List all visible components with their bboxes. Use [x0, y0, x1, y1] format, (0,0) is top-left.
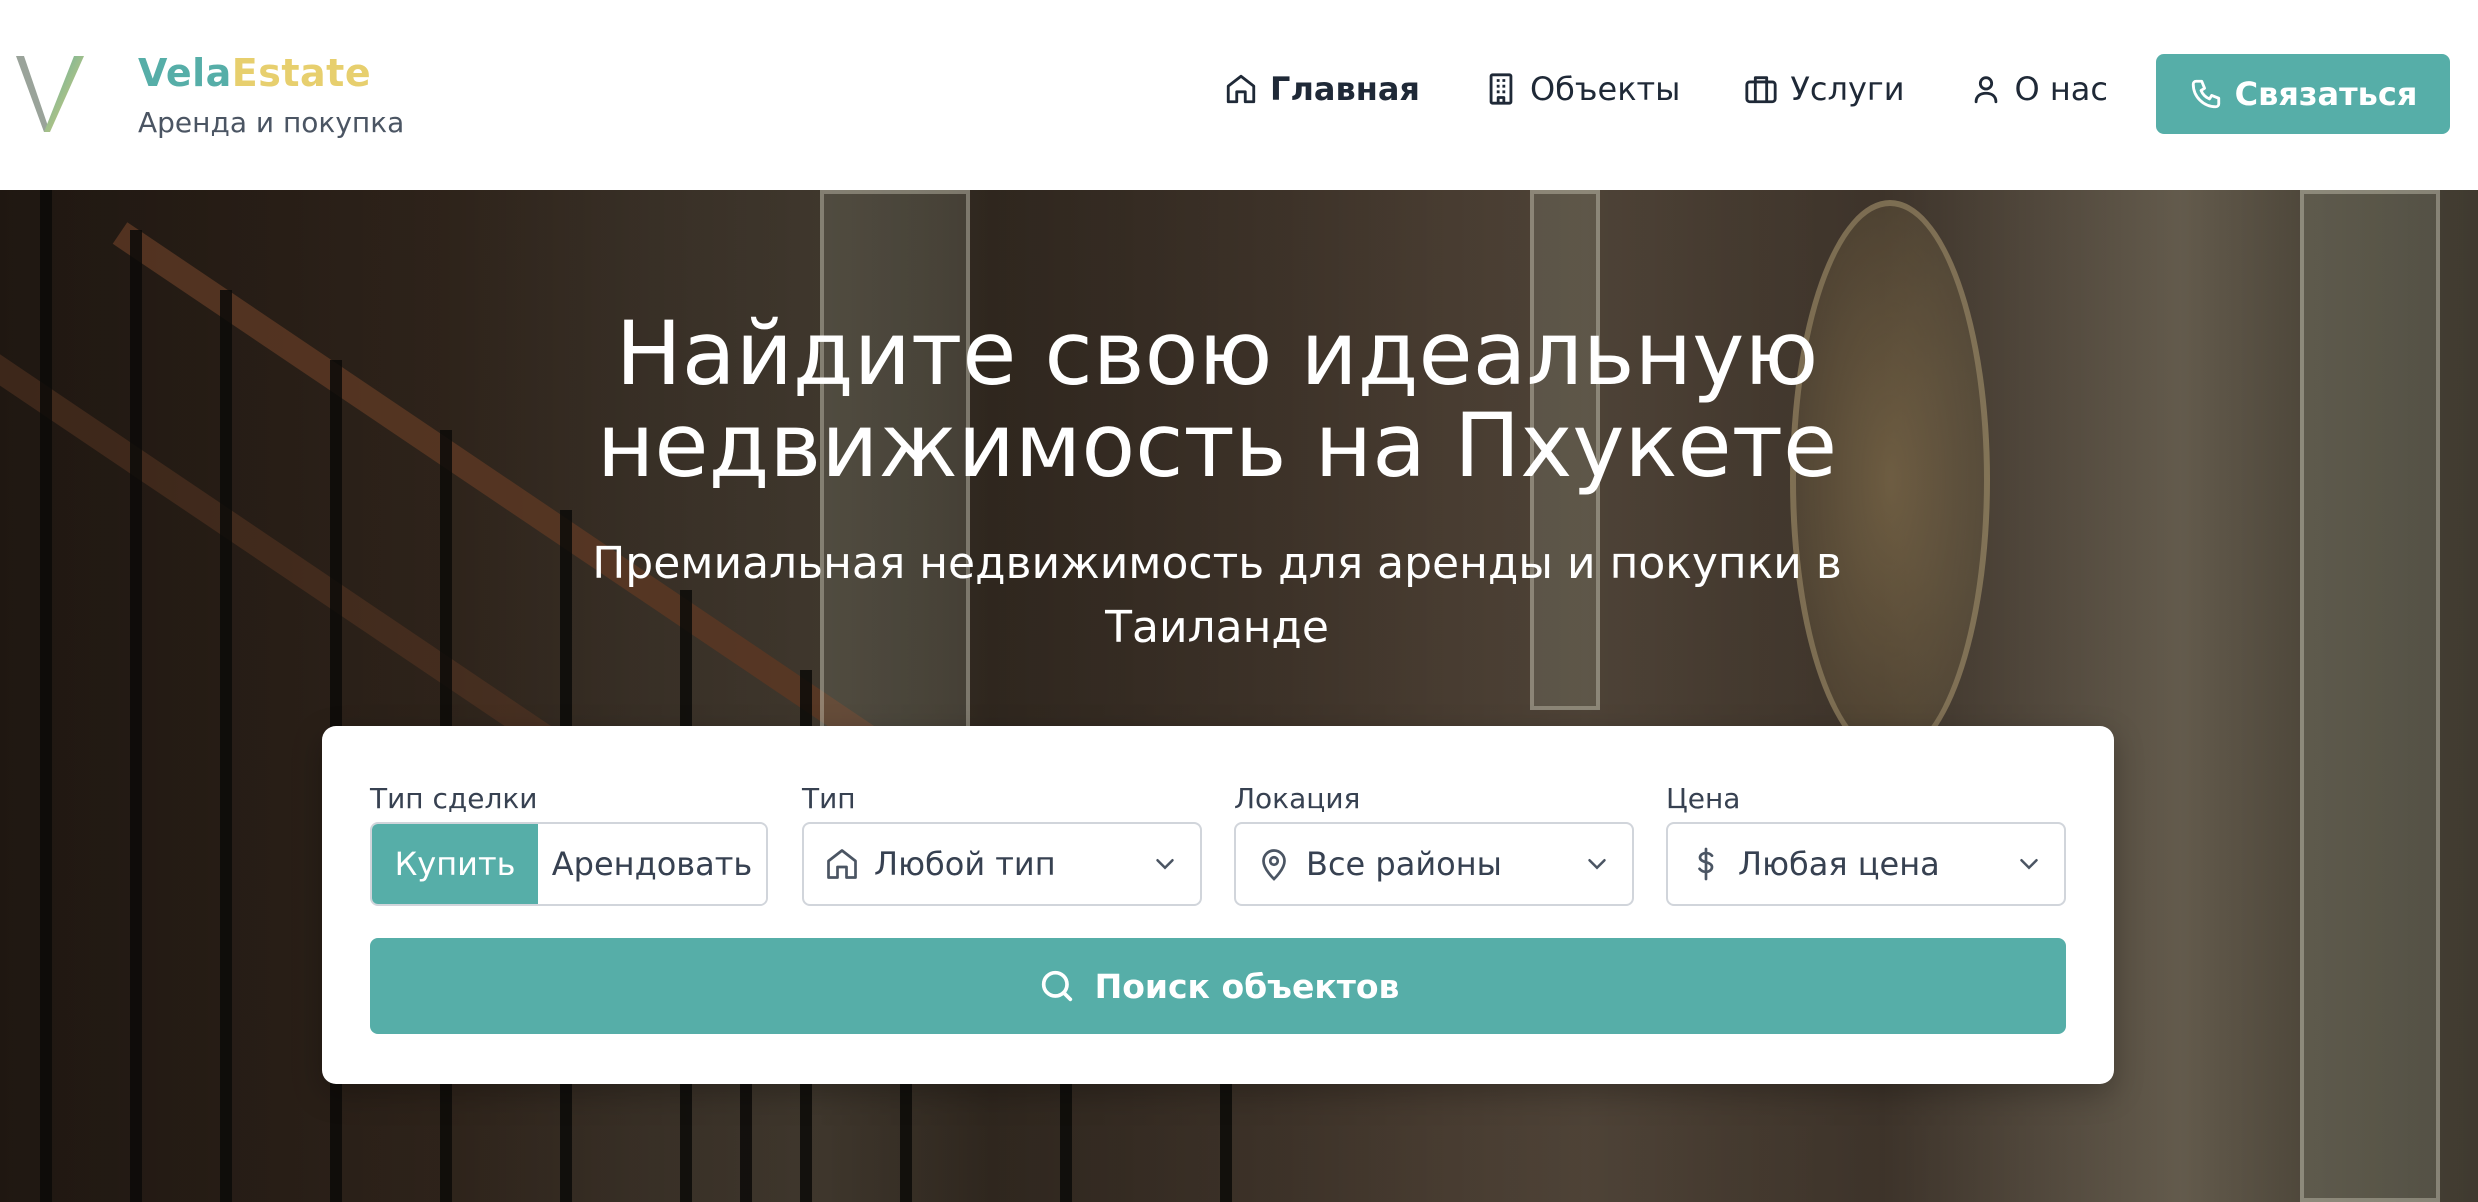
baluster: [1060, 1070, 1072, 1202]
deal-type-toggle: Купить Арендовать: [370, 822, 768, 906]
building-icon: [1489, 73, 1513, 105]
search-submit-button[interactable]: Поиск объектов: [370, 938, 2066, 1034]
price-label: Цена: [1666, 782, 1741, 815]
location-label: Локация: [1234, 782, 1361, 815]
property-type-label: Тип: [802, 782, 856, 815]
briefcase-icon: [1745, 76, 1778, 104]
price-select[interactable]: Любая цена: [1666, 822, 2066, 906]
hero-title-line2: недвижимость на Пхукете: [596, 394, 1838, 497]
hero-title-line1: Найдите свою идеальную: [615, 302, 1819, 405]
nav-item-label: Главная: [1270, 70, 1420, 108]
deal-option-rent[interactable]: Арендовать: [538, 824, 766, 904]
hero-subtitle-line1: Премиальная недвижимость для аренды и по…: [592, 538, 1842, 589]
hero-subtitle: Премиальная недвижимость для аренды и по…: [520, 532, 1914, 660]
home-icon: [827, 849, 857, 879]
contact-button[interactable]: Связаться: [2156, 54, 2450, 134]
nav-item-services[interactable]: Услуги: [1744, 70, 1905, 108]
search-icon: [1041, 970, 1072, 1002]
brand-tagline: Аренда и покупка: [138, 106, 405, 139]
nav-item-properties[interactable]: Объекты: [1484, 70, 1680, 108]
search-card: Тип сделки Купить Арендовать Тип Любой т…: [322, 726, 2114, 1084]
price-value: Любая цена: [1738, 845, 1940, 883]
property-type-value: Любой тип: [874, 845, 1056, 883]
chevron-down-icon: [2020, 859, 2038, 870]
location-value: Все районы: [1306, 845, 1502, 883]
brand-name-part1: Vela: [138, 51, 232, 95]
map-pin-icon: [1262, 849, 1286, 881]
location-select[interactable]: Все районы: [1234, 822, 1634, 906]
brand-name: VelaEstate: [138, 48, 404, 98]
dollar-icon: [1698, 847, 1714, 881]
hero-title: Найдите свою идеальную недвижимость на П…: [0, 308, 2434, 492]
contact-button-label: Связаться: [2234, 75, 2418, 113]
hero-section: Найдите свою идеальную недвижимость на П…: [0, 190, 2478, 1202]
main-nav: Главная Объекты Услуги О нас: [1224, 70, 2108, 108]
nav-item-about[interactable]: О нас: [1969, 70, 2108, 108]
search-submit-label: Поиск объектов: [1094, 966, 1400, 1006]
property-type-select[interactable]: Любой тип: [802, 822, 1202, 906]
nav-item-home[interactable]: Главная: [1224, 70, 1420, 108]
v-logo-icon[interactable]: [14, 52, 86, 136]
chevron-down-icon: [1588, 859, 1606, 870]
deal-option-buy[interactable]: Купить: [372, 824, 538, 904]
hero-subtitle-line2: Таиланде: [1105, 602, 1329, 653]
nav-item-label: Объекты: [1529, 70, 1681, 108]
chevron-down-icon: [1156, 859, 1174, 870]
phone-icon: [2191, 79, 2220, 109]
site-header: VelaEstate Аренда и покупка Главная Объе…: [0, 0, 2478, 190]
brand[interactable]: VelaEstate Аренда и покупка: [138, 48, 404, 139]
brand-name-part2: Estate: [231, 51, 372, 95]
nav-item-label: Услуги: [1790, 70, 1905, 108]
baluster: [900, 1070, 912, 1202]
user-icon: [1974, 76, 1997, 104]
home-icon: [1226, 74, 1256, 104]
deal-type-label: Тип сделки: [370, 782, 538, 815]
nav-item-label: О нас: [2014, 70, 2108, 108]
baluster: [1220, 1070, 1232, 1202]
